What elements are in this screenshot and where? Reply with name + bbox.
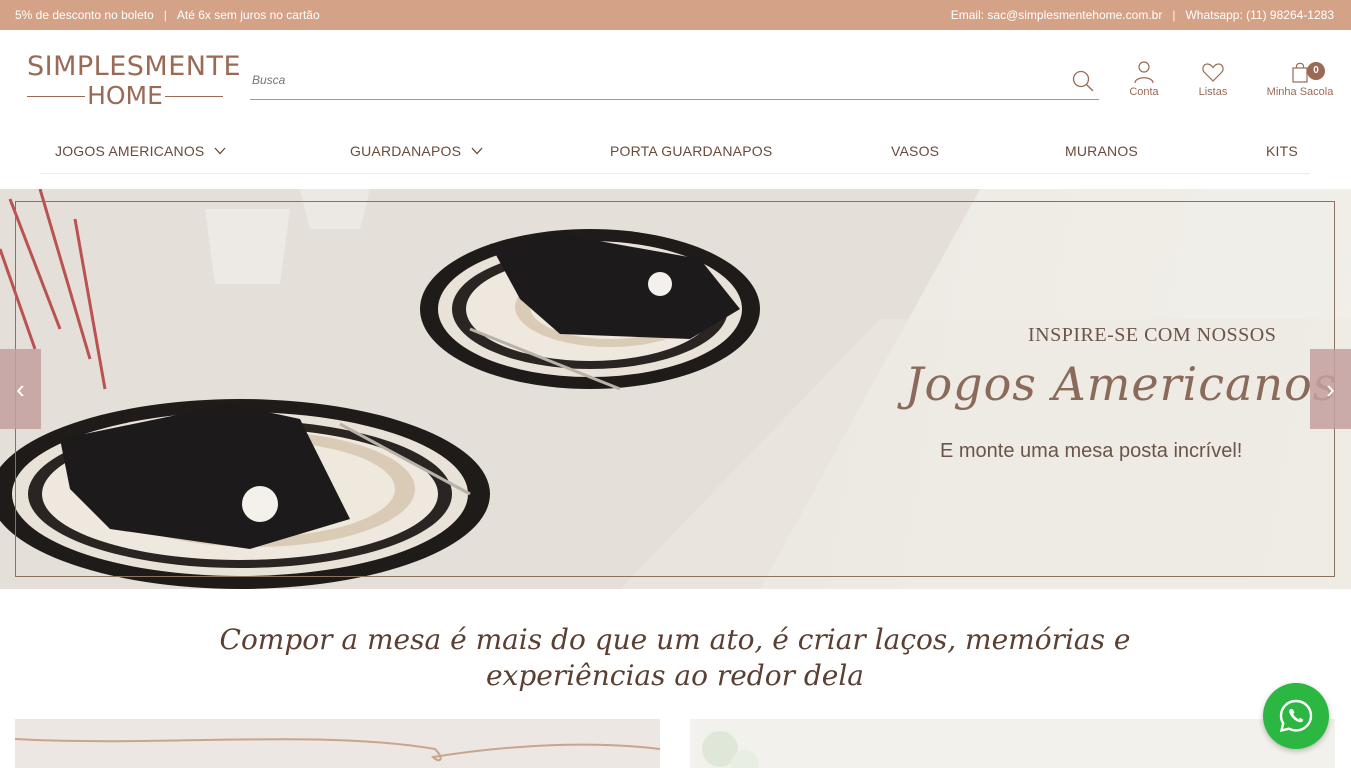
category-card-left[interactable] xyxy=(15,719,660,768)
promo-boleto: 5% de desconto no boleto xyxy=(15,8,154,22)
nav-label: PORTA GUARDANAPOS xyxy=(610,143,773,159)
site-header: SIMPLESMENTE HOME Conta Listas 0 xyxy=(0,30,1351,130)
tagline-line2: experiências ao redor dela xyxy=(485,659,864,692)
nav-item-muranos[interactable]: MURANOS xyxy=(1065,143,1138,159)
separator: | xyxy=(1172,8,1176,22)
banner-title: Jogos Americanos xyxy=(905,357,1338,411)
hero-banner[interactable]: INSPIRE-SE COM NOSSOS Jogos Americanos E… xyxy=(0,189,1351,589)
chevron-down-icon xyxy=(214,147,226,155)
chevron-down-icon xyxy=(471,147,483,155)
wishlist-button[interactable]: Listas xyxy=(1178,60,1248,98)
top-announcement-bar: 5% de desconto no boleto | Até 6x sem ju… xyxy=(0,0,1351,30)
banner-caption: E monte uma mesa posta incrível! xyxy=(940,440,1243,462)
heart-icon xyxy=(1202,63,1224,82)
account-label: Conta xyxy=(1129,86,1159,98)
nav-item-guardanapos[interactable]: GUARDANAPOS xyxy=(350,143,483,159)
carousel-next-button[interactable]: › xyxy=(1310,349,1351,429)
logo-rule-right xyxy=(165,96,223,97)
account-button[interactable]: Conta xyxy=(1109,60,1179,98)
logo-line2: HOME xyxy=(87,81,163,110)
nav-label: JOGOS AMERICANOS xyxy=(55,143,205,159)
nav-label: KITS xyxy=(1266,143,1298,159)
search-icon[interactable] xyxy=(1071,69,1095,93)
nav-label: VASOS xyxy=(891,143,940,159)
search-input[interactable] xyxy=(250,65,1030,95)
logo-line2-row: HOME xyxy=(27,82,223,110)
card-image xyxy=(15,738,660,762)
cart-button[interactable]: 0 Minha Sacola xyxy=(1260,60,1340,98)
banner-subtitle: INSPIRE-SE COM NOSSOS xyxy=(1028,324,1277,346)
main-navigation: JOGOS AMERICANOS GUARDANAPOS PORTA GUARD… xyxy=(40,130,1310,174)
wishlist-label: Listas xyxy=(1198,86,1228,98)
user-icon xyxy=(1134,61,1154,84)
card-image xyxy=(702,731,759,768)
separator: | xyxy=(163,8,167,22)
whatsapp-link[interactable]: Whatsapp: (11) 98264-1283 xyxy=(1185,8,1334,22)
nav-item-jogos-americanos[interactable]: JOGOS AMERICANOS xyxy=(55,143,226,159)
carousel-prev-button[interactable]: ‹ xyxy=(0,349,41,429)
logo[interactable]: SIMPLESMENTE HOME xyxy=(27,51,242,110)
whatsapp-button[interactable] xyxy=(1263,683,1329,749)
nav-label: GUARDANAPOS xyxy=(350,143,462,159)
section-tagline: Compor a mesa é mais do que um ato, é cr… xyxy=(200,622,1150,694)
cart-count-badge: 0 xyxy=(1307,62,1325,80)
nav-label: MURANOS xyxy=(1065,143,1138,159)
nav-item-kits[interactable]: KITS xyxy=(1266,143,1298,159)
contact-area: Email: sac@simplesmentehome.com.br | Wha… xyxy=(951,8,1334,22)
tagline-line1: Compor a mesa é mais do que um ato, é cr… xyxy=(219,623,1131,656)
promo-cartao: Até 6x sem juros no cartão xyxy=(176,8,320,22)
cart-label: Minha Sacola xyxy=(1266,86,1334,98)
nav-item-vasos[interactable]: VASOS xyxy=(891,143,939,159)
nav-item-porta-guardanapos[interactable]: PORTA GUARDANAPOS xyxy=(610,143,772,159)
promo-area: 5% de desconto no boleto | Até 6x sem ju… xyxy=(15,8,320,22)
logo-rule-left xyxy=(27,96,85,97)
search-bar xyxy=(250,65,1099,100)
category-card-right[interactable] xyxy=(690,719,1335,768)
whatsapp-icon xyxy=(1279,699,1313,733)
email-link[interactable]: Email: sac@simplesmentehome.com.br xyxy=(951,8,1163,22)
logo-line1: SIMPLESMENTE xyxy=(27,51,242,82)
